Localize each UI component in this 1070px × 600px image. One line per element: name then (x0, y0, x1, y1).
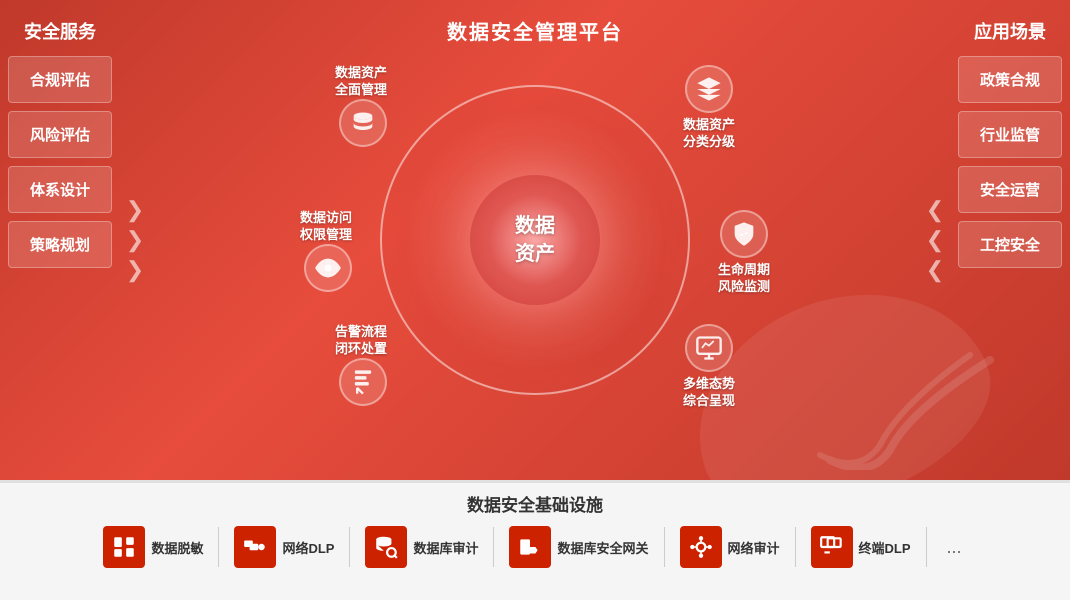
lifecycle-monitor-icon (720, 210, 768, 258)
infra-divider-6 (926, 527, 927, 567)
infra-item-desensitize[interactable]: 数据脱敏 (103, 526, 203, 568)
db-gateway-label: 数据库安全网关 (557, 538, 648, 557)
node-data-asset-mgmt-label: 数据资产 全面管理 (335, 65, 387, 99)
node-alert-flow[interactable]: 告警流程 闭环处置 (335, 324, 387, 410)
desensitize-label: 数据脱敏 (151, 538, 203, 557)
infra-divider-1 (218, 527, 219, 567)
sidebar-item-security-ops[interactable]: 安全运营 (958, 166, 1062, 213)
left-sidebar: 安全服务 合规评估 风险评估 体系设计 策略规划 (0, 0, 120, 480)
db-gateway-icon (509, 526, 551, 568)
bottom-title: 数据安全基础设施 (15, 491, 1055, 516)
infra-item-db-gateway[interactable]: 数据库安全网关 (509, 526, 648, 568)
sidebar-item-risk[interactable]: 风险评估 (8, 111, 112, 158)
infra-item-network-audit[interactable]: 网络审计 (680, 526, 780, 568)
db-audit-icon (365, 526, 407, 568)
main-container: 安全服务 合规评估 风险评估 体系设计 策略规划 ❯ ❯ ❯ 数据安全管理平台 … (0, 0, 1070, 600)
right-chevron-container: ❮ ❮ ❮ (920, 0, 950, 480)
alert-flow-icon (339, 358, 387, 406)
node-data-asset-mgmt[interactable]: 数据资产 全面管理 (335, 65, 387, 151)
terminal-dlp-label: 终端DLP (859, 538, 911, 557)
multi-situation-icon (685, 324, 733, 372)
bottom-section: 数据安全基础设施 数据脱敏 网络DLP 数据库审计 (0, 480, 1070, 600)
node-data-classify-label: 数据资产 分类分级 (683, 117, 735, 151)
sidebar-item-industrial[interactable]: 工控安全 (958, 221, 1062, 268)
sidebar-item-strategy[interactable]: 策略规划 (8, 221, 112, 268)
data-classify-icon (685, 65, 733, 113)
node-data-classify[interactable]: 数据资产 分类分级 (683, 65, 735, 151)
node-access-control[interactable]: 数据访问 权限管理 (300, 210, 352, 296)
chevron-left-icon-1: ❮ (926, 199, 944, 221)
platform-title: 数据安全管理平台 (447, 8, 623, 50)
network-dlp-label: 网络DLP (282, 538, 334, 557)
left-sidebar-title: 安全服务 (8, 10, 112, 56)
infra-items: 数据脱敏 网络DLP 数据库审计 数据库 (15, 526, 1055, 568)
chevron-right-icon-1: ❯ (126, 199, 144, 221)
center-area: 数据安全管理平台 数据 资产 数据资产 全面管理 (150, 0, 920, 480)
sidebar-item-system[interactable]: 体系设计 (8, 166, 112, 213)
infra-item-terminal-dlp[interactable]: 终端DLP (811, 526, 911, 568)
node-multi-situation-label: 多维态势 综合呈现 (683, 376, 735, 410)
more-button[interactable]: ... (942, 537, 967, 558)
right-sidebar: 应用场景 政策合规 行业监管 安全运营 工控安全 (950, 0, 1070, 480)
orbit-diagram: 数据 资产 数据资产 全面管理 (295, 55, 775, 425)
network-audit-label: 网络审计 (728, 538, 780, 557)
node-lifecycle-monitor-label: 生命周期 风险监测 (718, 262, 770, 296)
chevron-right-icon-3: ❯ (126, 259, 144, 281)
node-alert-flow-label: 告警流程 闭环处置 (335, 324, 387, 358)
db-audit-label: 数据库审计 (413, 538, 478, 557)
data-asset-mgmt-icon (339, 99, 387, 147)
access-control-icon (304, 244, 352, 292)
right-sidebar-title: 应用场景 (958, 10, 1062, 56)
left-chevron-container: ❯ ❯ ❯ (120, 0, 150, 480)
center-circle: 数据 资产 (470, 175, 600, 305)
network-dlp-icon (234, 526, 276, 568)
infra-divider-2 (349, 527, 350, 567)
top-section: 安全服务 合规评估 风险评估 体系设计 策略规划 ❯ ❯ ❯ 数据安全管理平台 … (0, 0, 1070, 480)
infra-item-db-audit[interactable]: 数据库审计 (365, 526, 478, 568)
node-access-control-label: 数据访问 权限管理 (300, 210, 352, 244)
sidebar-item-industry[interactable]: 行业监管 (958, 111, 1062, 158)
chevron-left-icon-2: ❮ (926, 229, 944, 251)
node-multi-situation[interactable]: 多维态势 综合呈现 (683, 324, 735, 410)
desensitize-icon (103, 526, 145, 568)
center-label: 数据 资产 (515, 212, 555, 268)
chevron-right-icon-2: ❯ (126, 229, 144, 251)
sidebar-item-compliance[interactable]: 合规评估 (8, 56, 112, 103)
chevron-left-icon-3: ❮ (926, 259, 944, 281)
terminal-dlp-icon (811, 526, 853, 568)
infra-item-network-dlp[interactable]: 网络DLP (234, 526, 334, 568)
sidebar-item-policy[interactable]: 政策合规 (958, 56, 1062, 103)
network-audit-icon (680, 526, 722, 568)
infra-divider-4 (664, 527, 665, 567)
infra-divider-5 (795, 527, 796, 567)
infra-divider-3 (493, 527, 494, 567)
node-lifecycle-monitor[interactable]: 生命周期 风险监测 (718, 210, 770, 296)
